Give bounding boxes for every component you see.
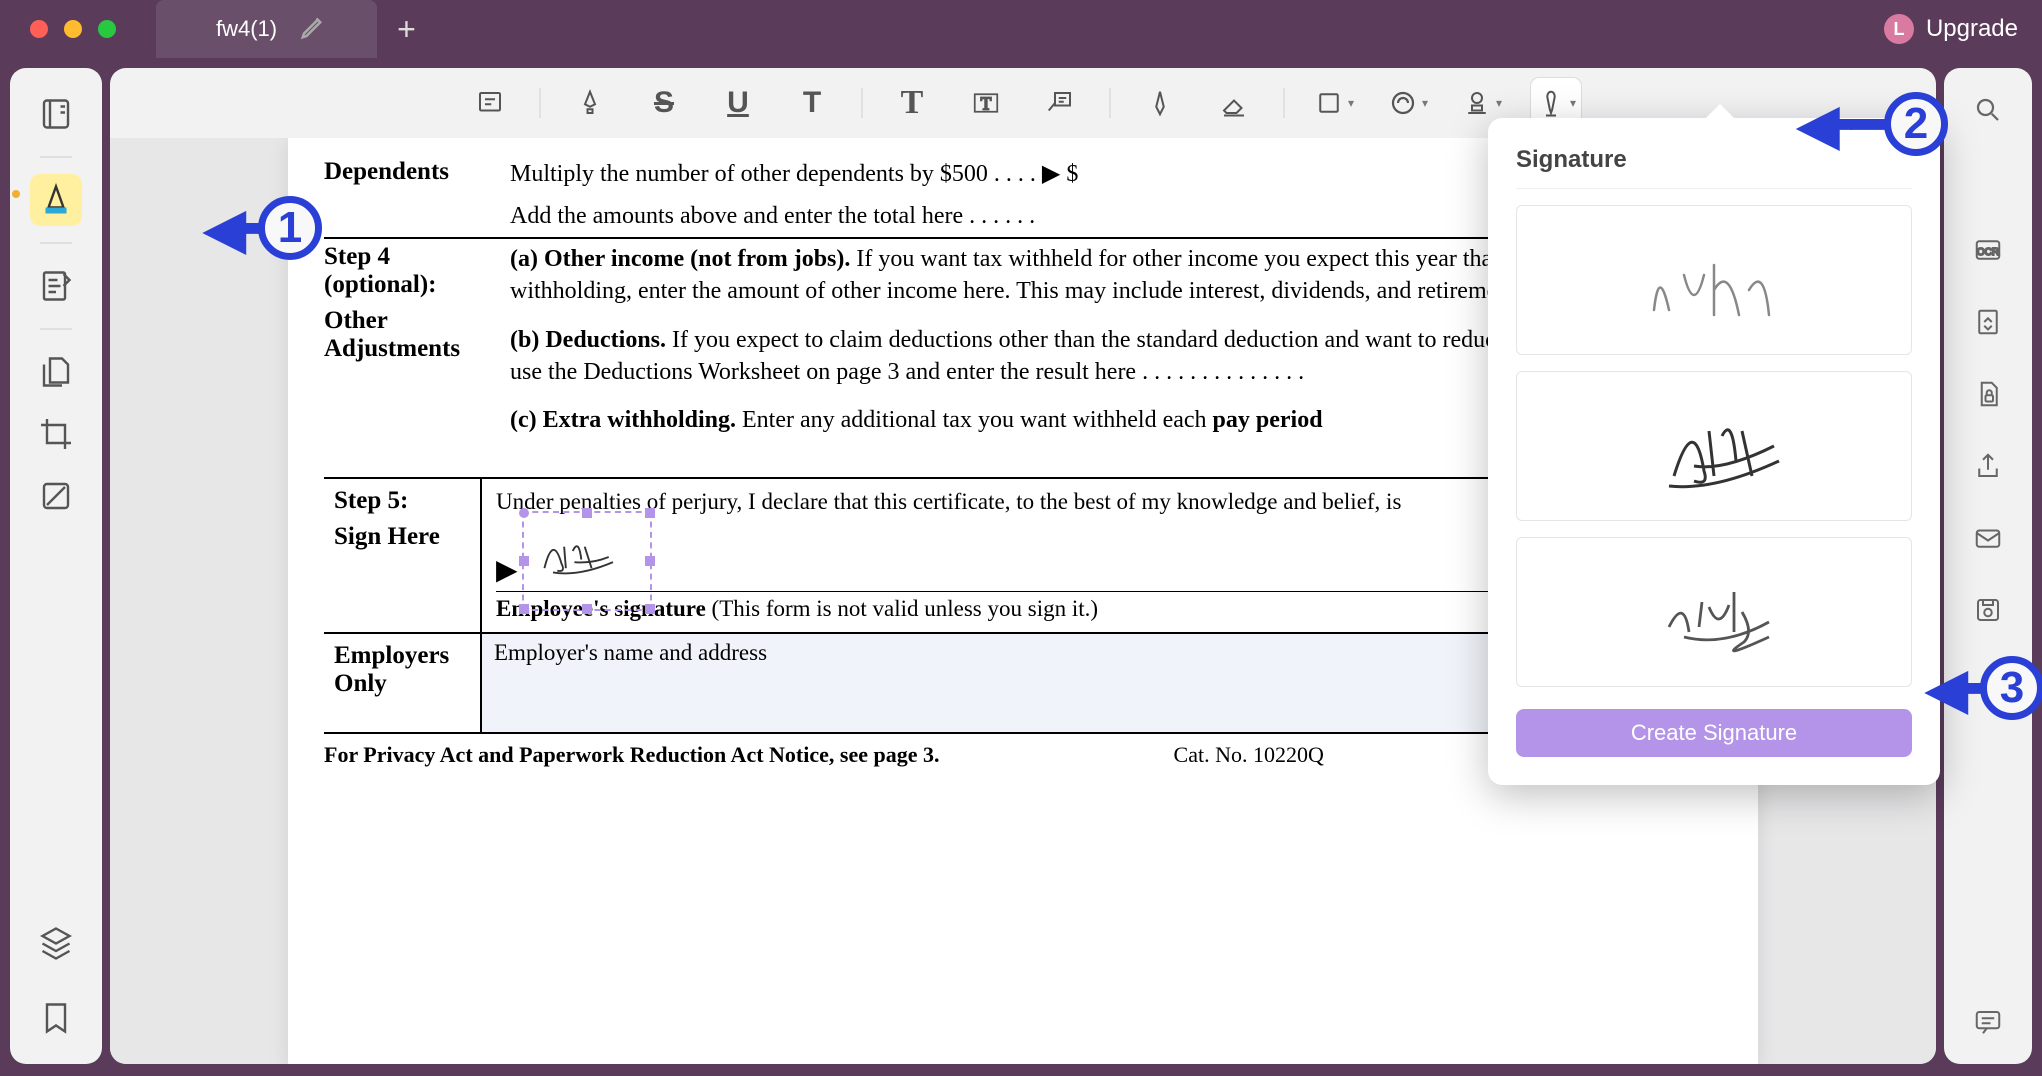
step4c-bold: (c) Extra withholding.	[510, 407, 736, 433]
underline-icon[interactable]: U	[713, 78, 763, 128]
create-signature-button[interactable]: Create Signature	[1516, 709, 1912, 757]
main-panel: S U T T T Dependents	[110, 68, 1936, 1064]
save-icon[interactable]	[1966, 588, 2010, 632]
step5-label: Step 5:	[334, 487, 470, 515]
crop-icon[interactable]	[30, 408, 82, 460]
svg-text:T: T	[981, 93, 992, 113]
document-tab[interactable]: fw4(1)	[156, 0, 377, 58]
window-zoom-button[interactable]	[98, 20, 116, 38]
shape-dropdown-icon[interactable]	[1309, 78, 1359, 128]
pencil-icon[interactable]	[299, 11, 329, 47]
window-close-button[interactable]	[30, 20, 48, 38]
step4c-bold2: pay period	[1213, 407, 1323, 433]
pages-icon[interactable]	[30, 346, 82, 398]
line-dropdown-icon[interactable]	[1383, 78, 1433, 128]
callout-icon[interactable]	[1035, 78, 1085, 128]
employers-only-label: Employers Only	[324, 634, 480, 732]
search-icon[interactable]	[1966, 88, 2010, 132]
ocr-icon[interactable]: OCR	[1966, 228, 2010, 272]
window-minimize-button[interactable]	[64, 20, 82, 38]
redact-icon[interactable]	[30, 470, 82, 522]
popover-title: Signature	[1516, 146, 1912, 174]
reader-icon[interactable]	[30, 88, 82, 140]
user-avatar[interactable]: L	[1884, 14, 1914, 44]
strikethrough-icon[interactable]: S	[639, 78, 689, 128]
lock-file-icon[interactable]	[1966, 372, 2010, 416]
step4c-text: Enter any additional tax you want withhe…	[736, 407, 1213, 433]
titlebar: fw4(1) + L Upgrade	[0, 0, 2042, 58]
layers-icon[interactable]	[30, 916, 82, 968]
textbox-icon[interactable]: T	[961, 78, 1011, 128]
svg-text:OCR: OCR	[1977, 247, 1999, 258]
step4b-bold: (b) Deductions.	[510, 327, 666, 353]
placed-signature[interactable]	[528, 521, 638, 587]
signature-popover: Signature Create Signature	[1488, 118, 1940, 785]
signature-option-1[interactable]	[1516, 205, 1912, 355]
squiggly-icon[interactable]: T	[787, 78, 837, 128]
mail-icon[interactable]	[1966, 516, 2010, 560]
employer-name-field[interactable]: Employer's name and address	[480, 634, 1502, 732]
eraser-icon[interactable]	[1209, 78, 1259, 128]
comments-icon[interactable]	[1966, 1000, 2010, 1044]
signature-option-2[interactable]	[1516, 371, 1912, 521]
pen-icon[interactable]	[1135, 78, 1185, 128]
tab-title: fw4(1)	[216, 16, 277, 42]
convert-icon[interactable]	[1966, 300, 2010, 344]
sig-label-bold: Employee's signature	[496, 596, 706, 621]
left-sidebar	[10, 68, 102, 1064]
dependents-label: Dependents	[324, 158, 494, 233]
bookmark-icon[interactable]	[30, 992, 82, 1044]
privacy-notice: For Privacy Act and Paperwork Reduction …	[324, 742, 939, 772]
highlighter-icon[interactable]	[565, 78, 615, 128]
note-icon[interactable]	[465, 78, 515, 128]
step4a-bold: (a) Other income (not from jobs).	[510, 246, 850, 272]
step4-sublabel: Other Adjustments	[324, 307, 494, 363]
sign-here-label: Sign Here	[334, 523, 470, 551]
new-tab-button[interactable]: +	[397, 11, 416, 48]
upgrade-link[interactable]: Upgrade	[1926, 15, 2018, 43]
share-icon[interactable]	[1966, 444, 2010, 488]
catalog-number: Cat. No. 10220Q	[1174, 742, 1324, 772]
annotate-tool-icon[interactable]	[30, 174, 82, 226]
sig-label-rest: (This form is not valid unless you sign …	[706, 596, 1098, 621]
right-sidebar: OCR	[1944, 68, 2032, 1064]
form-fill-icon[interactable]	[30, 260, 82, 312]
text-tool-icon[interactable]: T	[887, 78, 937, 128]
step4-label: Step 4 (optional):	[324, 243, 494, 299]
signature-option-3[interactable]	[1516, 537, 1912, 687]
